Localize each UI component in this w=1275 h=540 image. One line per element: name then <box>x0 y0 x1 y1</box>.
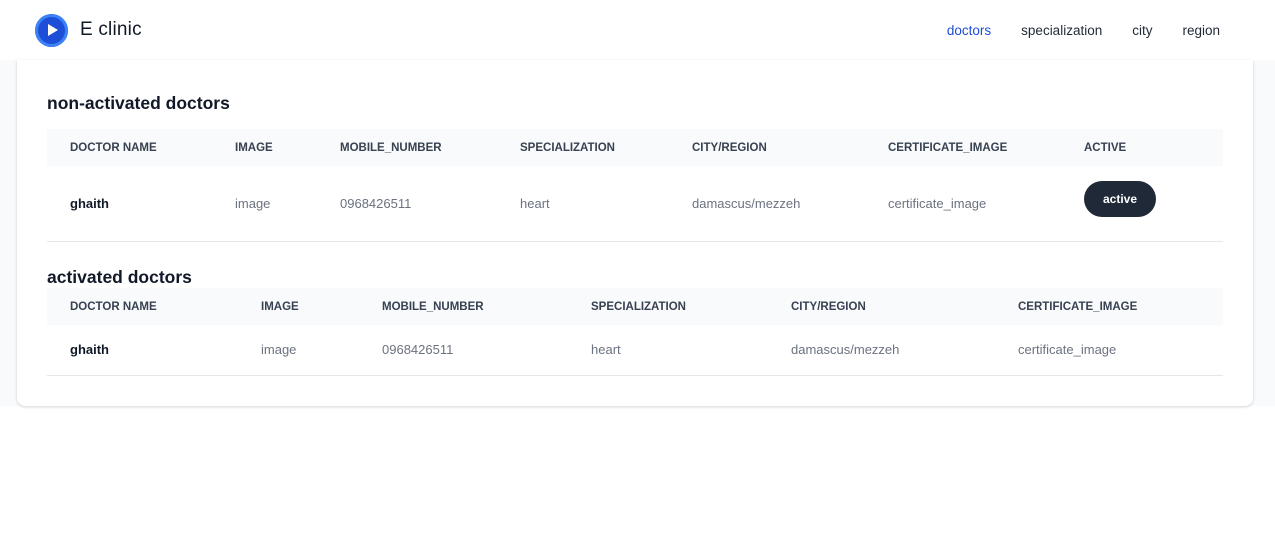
nav-city[interactable]: city <box>1132 23 1152 38</box>
col-city-region: CITY/REGION <box>692 141 767 154</box>
doctor-certificate: certificate_image <box>865 166 1061 242</box>
brand[interactable]: E clinic <box>35 13 142 47</box>
doctors-card: non-activated doctors DOCTOR NAME IMAGE … <box>17 60 1253 406</box>
doctor-name: ghaith <box>47 325 238 376</box>
non-activated-table: DOCTOR NAME IMAGE MOBILE_NUMBER SPECIALI… <box>47 129 1223 242</box>
col-certificate-image: CERTIFICATE_IMAGE <box>888 141 1008 154</box>
table-header-row: DOCTOR NAME IMAGE MOBILE_NUMBER SPECIALI… <box>47 129 1223 166</box>
nav-doctors[interactable]: doctors <box>947 23 991 38</box>
table-header-row: DOCTOR NAME IMAGE MOBILE_NUMBER SPECIALI… <box>47 288 1223 325</box>
doctor-name: ghaith <box>47 166 212 242</box>
nav-specialization[interactable]: specialization <box>1021 23 1102 38</box>
col-image: IMAGE <box>261 300 299 313</box>
doctor-specialization: heart <box>568 325 768 376</box>
nav-region[interactable]: region <box>1182 23 1220 38</box>
app-title: E clinic <box>80 19 142 40</box>
col-mobile-number: MOBILE_NUMBER <box>382 300 484 313</box>
active-cell: active <box>1061 166 1223 242</box>
col-doctor-name: DOCTOR NAME <box>70 300 157 313</box>
col-specialization: SPECIALIZATION <box>591 300 686 313</box>
col-city-region: CITY/REGION <box>791 300 866 313</box>
nav-links: doctors specialization city region <box>917 23 1220 38</box>
play-icon <box>35 13 68 47</box>
table-row: ghaith image 0968426511 heart damascus/m… <box>47 166 1223 242</box>
doctor-image: image <box>238 325 359 376</box>
col-doctor-name: DOCTOR NAME <box>70 141 157 154</box>
doctor-mobile: 0968426511 <box>359 325 568 376</box>
col-active: ACTIVE <box>1084 141 1127 154</box>
doctor-city-region: damascus/mezzeh <box>669 166 865 242</box>
doctor-city-region: damascus/mezzeh <box>768 325 995 376</box>
col-image: IMAGE <box>235 141 273 154</box>
col-mobile-number: MOBILE_NUMBER <box>340 141 442 154</box>
doctor-mobile: 0968426511 <box>317 166 497 242</box>
table-row: ghaith image 0968426511 heart damascus/m… <box>47 325 1223 376</box>
activated-table: DOCTOR NAME IMAGE MOBILE_NUMBER SPECIALI… <box>47 288 1223 376</box>
doctor-certificate: certificate_image <box>995 325 1223 376</box>
non-activated-title: non-activated doctors <box>47 93 230 113</box>
activated-title: activated doctors <box>47 267 192 287</box>
activate-button[interactable]: active <box>1084 181 1156 218</box>
navbar: E clinic doctors specialization city reg… <box>0 0 1275 60</box>
doctor-specialization: heart <box>497 166 669 242</box>
col-certificate-image: CERTIFICATE_IMAGE <box>1018 300 1138 313</box>
doctor-image: image <box>212 166 317 242</box>
col-specialization: SPECIALIZATION <box>520 141 615 154</box>
